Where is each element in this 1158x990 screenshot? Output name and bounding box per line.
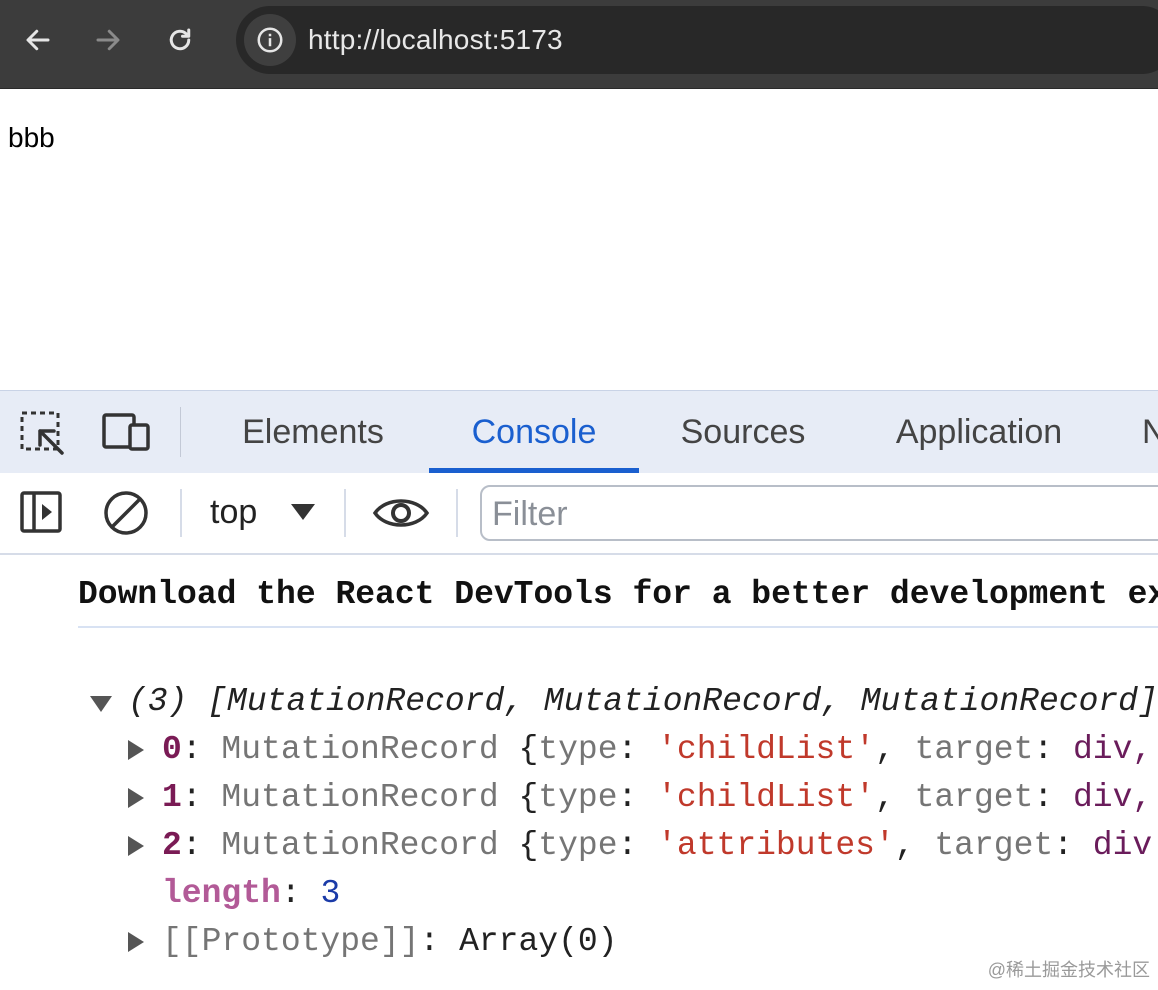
browser-toolbar: http://localhost:5173	[0, 0, 1158, 89]
react-devtools-message: Download the React DevTools for a better…	[78, 572, 1158, 628]
entry-index: 0	[162, 731, 182, 768]
toolbar-separator	[180, 489, 182, 537]
url-text[interactable]: http://localhost:5173	[308, 24, 563, 56]
entry-target-value: div,	[1073, 731, 1153, 768]
arrow-right-icon	[96, 29, 120, 51]
eye-icon	[372, 499, 430, 527]
entry-class: MutationRecord	[221, 827, 499, 864]
sidebar-toggle-icon	[20, 491, 62, 533]
length-key: length	[162, 875, 281, 912]
tab-application[interactable]: Application	[866, 391, 1092, 473]
length-value: 3	[320, 875, 341, 912]
entry-target-key: target	[914, 779, 1034, 816]
entry-type-key: type	[538, 779, 618, 816]
entry-type-key: type	[538, 731, 618, 768]
expand-triangle-icon[interactable]	[90, 696, 112, 712]
sidebar-toggle-button[interactable]	[18, 489, 66, 537]
array-length-row: length: 3	[162, 875, 341, 912]
expand-triangle-icon[interactable]	[128, 788, 144, 808]
tab-sources[interactable]: Sources	[660, 391, 826, 473]
array-summary-text: [MutationRecord, MutationRecord, Mutatio…	[207, 683, 1158, 720]
entry-index: 1	[162, 779, 182, 816]
entry-type-value: 'childList'	[657, 779, 875, 816]
inspect-element-button[interactable]	[18, 409, 66, 457]
watermark: @稀土掘金技术社区	[987, 960, 1150, 980]
reload-button[interactable]	[160, 20, 200, 60]
page-body-text: bbb	[8, 122, 55, 153]
live-expression-button[interactable]	[372, 491, 430, 535]
entry-class: MutationRecord	[221, 779, 499, 816]
expand-triangle-icon[interactable]	[128, 740, 144, 760]
toolbar-separator	[344, 489, 346, 537]
context-selector[interactable]: top	[210, 493, 257, 532]
entry-type-value: 'attributes'	[657, 827, 895, 864]
block-icon	[104, 491, 148, 535]
entry-target-value: div,	[1073, 779, 1153, 816]
back-button[interactable]	[18, 20, 58, 60]
tab-network[interactable]: N	[1142, 391, 1158, 473]
site-info-button[interactable]	[244, 14, 296, 66]
inspect-cursor-icon	[20, 411, 64, 455]
dropdown-arrow-icon[interactable]	[290, 503, 316, 521]
devtools-tab-bar: Elements Console Sources Application N	[0, 390, 1158, 474]
entry-type-key: type	[538, 827, 618, 864]
entry-index: 2	[162, 827, 182, 864]
console-toolbar: top Filter	[0, 473, 1158, 555]
arrow-left-icon	[26, 29, 50, 51]
expand-triangle-icon[interactable]	[128, 836, 144, 856]
tab-elements[interactable]: Elements	[218, 391, 408, 473]
filter-input[interactable]: Filter	[480, 485, 1158, 541]
address-bar[interactable]: http://localhost:5173	[236, 6, 1158, 74]
device-icon	[102, 413, 150, 451]
entry-type-value: 'childList'	[657, 731, 875, 768]
toolbar-separator	[456, 489, 458, 537]
prototype-key: [[Prototype]]	[162, 923, 420, 960]
prototype-value: Array(0)	[459, 923, 618, 960]
info-icon	[257, 27, 283, 53]
device-toolbar-button[interactable]	[100, 409, 150, 457]
clear-console-button[interactable]	[102, 489, 150, 537]
forward-button[interactable]	[88, 20, 128, 60]
expand-triangle-icon[interactable]	[128, 932, 144, 952]
entry-target-key: target	[934, 827, 1054, 864]
entry-target-value: div	[1092, 827, 1153, 864]
filter-placeholder: Filter	[492, 495, 568, 533]
entry-class: MutationRecord	[221, 731, 499, 768]
tab-console[interactable]: Console	[429, 391, 639, 473]
array-count: (3)	[128, 683, 188, 720]
entry-target-key: target	[914, 731, 1034, 768]
tab-separator	[180, 407, 181, 457]
reload-icon	[169, 28, 191, 51]
